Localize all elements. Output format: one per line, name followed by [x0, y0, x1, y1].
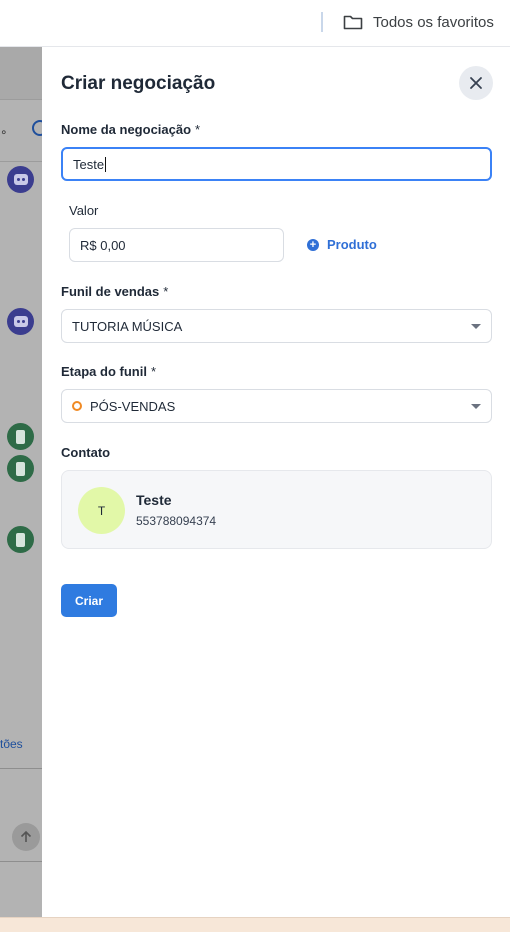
close-icon	[470, 77, 482, 89]
funnel-stage-label: Etapa do funil *	[61, 364, 157, 379]
background-actions-link: tões	[0, 737, 23, 751]
more-options-icon: ∘	[0, 125, 8, 139]
background-overlay[interactable]: ∘ tões	[0, 47, 42, 917]
browser-bookmarks-bar: Todos os favoritos	[0, 0, 510, 47]
contact-phone: 553788094374	[136, 514, 217, 528]
plus-circle-icon: +	[307, 238, 319, 251]
sales-funnel-value: TUTORIA MÚSICA	[72, 318, 183, 334]
contact-name: Teste	[136, 492, 172, 508]
create-button[interactable]: Criar	[61, 584, 117, 617]
sales-funnel-select[interactable]: TUTORIA MÚSICA	[61, 309, 492, 343]
create-deal-panel: Criar negociação Nome da negociação * Tes…	[42, 47, 510, 917]
all-bookmarks-button[interactable]: Todos os favoritos	[343, 12, 494, 32]
phone-icon	[7, 455, 34, 482]
stage-status-icon	[72, 401, 82, 411]
add-product-button[interactable]: + Produto	[307, 237, 377, 252]
funnel-stage-select[interactable]: PÓS-VENDAS	[61, 389, 492, 423]
contact-card[interactable]: T Teste 553788094374	[61, 470, 492, 549]
arrow-up-icon	[12, 823, 40, 851]
bot-icon	[7, 166, 34, 193]
chevron-down-icon	[471, 324, 481, 329]
value-text: R$ 0,00	[80, 237, 126, 253]
funnel-stage-value: PÓS-VENDAS	[90, 398, 176, 414]
add-product-label: Produto	[327, 237, 377, 252]
panel-title: Criar negociação	[61, 73, 216, 94]
taskbar-strip	[0, 917, 510, 932]
sales-funnel-label: Funil de vendas *	[61, 284, 169, 299]
phone-icon	[7, 526, 34, 553]
value-label: Valor	[69, 203, 99, 218]
info-icon	[32, 120, 42, 136]
all-bookmarks-label: Todos os favoritos	[373, 13, 494, 31]
folder-icon	[343, 15, 363, 30]
deal-name-label: Nome da negociação *	[61, 122, 201, 137]
value-input[interactable]: R$ 0,00	[69, 228, 284, 262]
deal-name-input[interactable]: Teste	[61, 147, 492, 181]
bookmarks-separator	[321, 12, 323, 32]
deal-name-value: Teste	[73, 156, 105, 172]
chevron-down-icon	[471, 404, 481, 409]
phone-icon	[7, 423, 34, 450]
divider	[0, 861, 42, 862]
close-button[interactable]	[459, 66, 493, 100]
background-header	[0, 47, 42, 100]
divider	[0, 768, 42, 769]
text-caret	[105, 156, 107, 172]
contact-label: Contato	[61, 445, 111, 460]
bot-icon	[7, 308, 34, 335]
avatar: T	[78, 487, 125, 534]
